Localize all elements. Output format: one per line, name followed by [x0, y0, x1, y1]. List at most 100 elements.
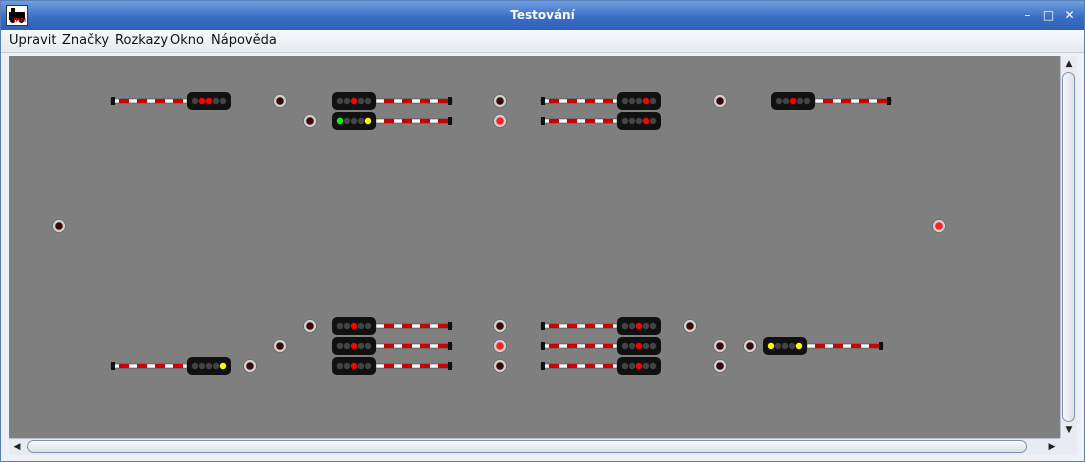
signal-lamp[interactable]: [357, 322, 365, 330]
maximize-button[interactable]: □: [1042, 9, 1055, 22]
signal-lamp[interactable]: [343, 322, 351, 330]
signal-lamp[interactable]: [642, 342, 650, 350]
signal-lamp[interactable]: [357, 362, 365, 370]
signal-lamp[interactable]: [343, 117, 351, 125]
signal-lamp[interactable]: [628, 117, 636, 125]
signal-lamp[interactable]: [205, 362, 213, 370]
signal-lamp[interactable]: [350, 362, 358, 370]
signal-lamp[interactable]: [364, 322, 372, 330]
scroll-left-icon[interactable]: ◀: [9, 439, 25, 455]
signal-gate[interactable]: [375, 362, 453, 370]
signal-lamp[interactable]: [198, 362, 206, 370]
title-bar[interactable]: JMRI Testování – □ ✕: [1, 1, 1084, 30]
signal-lamp[interactable]: [350, 117, 358, 125]
signal-lamp[interactable]: [219, 97, 227, 105]
signal-gate[interactable]: [540, 362, 618, 370]
signal-lamp[interactable]: [191, 362, 199, 370]
signal-lamp[interactable]: [635, 117, 643, 125]
signal-lamp[interactable]: [767, 342, 775, 350]
signal-lamp[interactable]: [628, 362, 636, 370]
signal-lamp[interactable]: [336, 362, 344, 370]
signal-lamp[interactable]: [788, 342, 796, 350]
signal-lamp[interactable]: [649, 117, 657, 125]
signal-lamp[interactable]: [621, 117, 629, 125]
signal-lamp[interactable]: [336, 97, 344, 105]
horizontal-scroll-thumb[interactable]: [27, 440, 1027, 453]
signal-lamp[interactable]: [336, 322, 344, 330]
signal-lamp[interactable]: [191, 97, 199, 105]
scroll-down-icon[interactable]: ▼: [1061, 422, 1077, 438]
signal-lamp[interactable]: [343, 97, 351, 105]
signal-lamp[interactable]: [621, 97, 629, 105]
vertical-scrollbar[interactable]: ▲ ▼: [1060, 56, 1077, 438]
signal-lamp[interactable]: [350, 97, 358, 105]
signal-gate[interactable]: [540, 117, 618, 125]
signal-lamp[interactable]: [364, 117, 372, 125]
layout-canvas[interactable]: [9, 56, 1060, 438]
signal-lamp[interactable]: [781, 342, 789, 350]
signal-lamp[interactable]: [628, 322, 636, 330]
signal-lamp[interactable]: [350, 322, 358, 330]
signal-lamp[interactable]: [635, 97, 643, 105]
menu-upravit[interactable]: Upravit: [9, 33, 56, 48]
signal-lamp[interactable]: [364, 342, 372, 350]
signal-lamp[interactable]: [336, 117, 344, 125]
signal-lamp[interactable]: [205, 97, 213, 105]
signal-gate[interactable]: [806, 342, 884, 350]
minimize-button[interactable]: –: [1021, 9, 1034, 22]
signal-gate[interactable]: [814, 97, 892, 105]
signal-lamp[interactable]: [357, 117, 365, 125]
signal-lamp[interactable]: [357, 97, 365, 105]
signal-lamp[interactable]: [635, 342, 643, 350]
signal-lamp[interactable]: [642, 97, 650, 105]
signal-gate[interactable]: [375, 117, 453, 125]
menu-napoveda[interactable]: Nápověda: [211, 33, 277, 48]
signal-lamp[interactable]: [642, 362, 650, 370]
signal-lamp[interactable]: [789, 97, 797, 105]
signal-lamp[interactable]: [357, 342, 365, 350]
signal-lamp[interactable]: [621, 362, 629, 370]
signal-lamp[interactable]: [774, 342, 782, 350]
menu-okno[interactable]: Okno: [170, 33, 204, 48]
signal-lamp[interactable]: [628, 97, 636, 105]
signal-gate[interactable]: [110, 362, 188, 370]
menu-znacky[interactable]: Značky: [62, 33, 109, 48]
signal-lamp[interactable]: [628, 342, 636, 350]
signal-gate[interactable]: [540, 322, 618, 330]
signal-lamp[interactable]: [635, 322, 643, 330]
signal-lamp[interactable]: [350, 342, 358, 350]
signal-lamp[interactable]: [343, 342, 351, 350]
vertical-scroll-thumb[interactable]: [1062, 72, 1075, 422]
horizontal-scrollbar[interactable]: ◀ ▶: [9, 438, 1060, 455]
signal-gate[interactable]: [110, 97, 188, 105]
signal-lamp[interactable]: [649, 342, 657, 350]
signal-lamp[interactable]: [343, 362, 351, 370]
signal-lamp[interactable]: [621, 342, 629, 350]
signal-lamp[interactable]: [635, 362, 643, 370]
signal-lamp[interactable]: [803, 97, 811, 105]
signal-gate[interactable]: [375, 97, 453, 105]
signal-lamp[interactable]: [642, 322, 650, 330]
signal-gate[interactable]: [375, 322, 453, 330]
signal-lamp[interactable]: [795, 342, 803, 350]
signal-lamp[interactable]: [364, 362, 372, 370]
signal-lamp[interactable]: [775, 97, 783, 105]
menu-rozkazy[interactable]: Rozkazy: [115, 33, 168, 48]
signal-lamp[interactable]: [796, 97, 804, 105]
signal-lamp[interactable]: [621, 322, 629, 330]
signal-lamp[interactable]: [649, 322, 657, 330]
signal-gate[interactable]: [540, 97, 618, 105]
signal-gate[interactable]: [540, 342, 618, 350]
signal-lamp[interactable]: [649, 362, 657, 370]
signal-lamp[interactable]: [219, 362, 227, 370]
signal-lamp[interactable]: [212, 97, 220, 105]
signal-lamp[interactable]: [642, 117, 650, 125]
signal-lamp[interactable]: [364, 97, 372, 105]
signal-lamp[interactable]: [649, 97, 657, 105]
scroll-right-icon[interactable]: ▶: [1044, 439, 1060, 455]
signal-lamp[interactable]: [782, 97, 790, 105]
signal-lamp[interactable]: [212, 362, 220, 370]
scroll-up-icon[interactable]: ▲: [1061, 56, 1077, 72]
signal-lamp[interactable]: [198, 97, 206, 105]
close-button[interactable]: ✕: [1063, 9, 1076, 22]
